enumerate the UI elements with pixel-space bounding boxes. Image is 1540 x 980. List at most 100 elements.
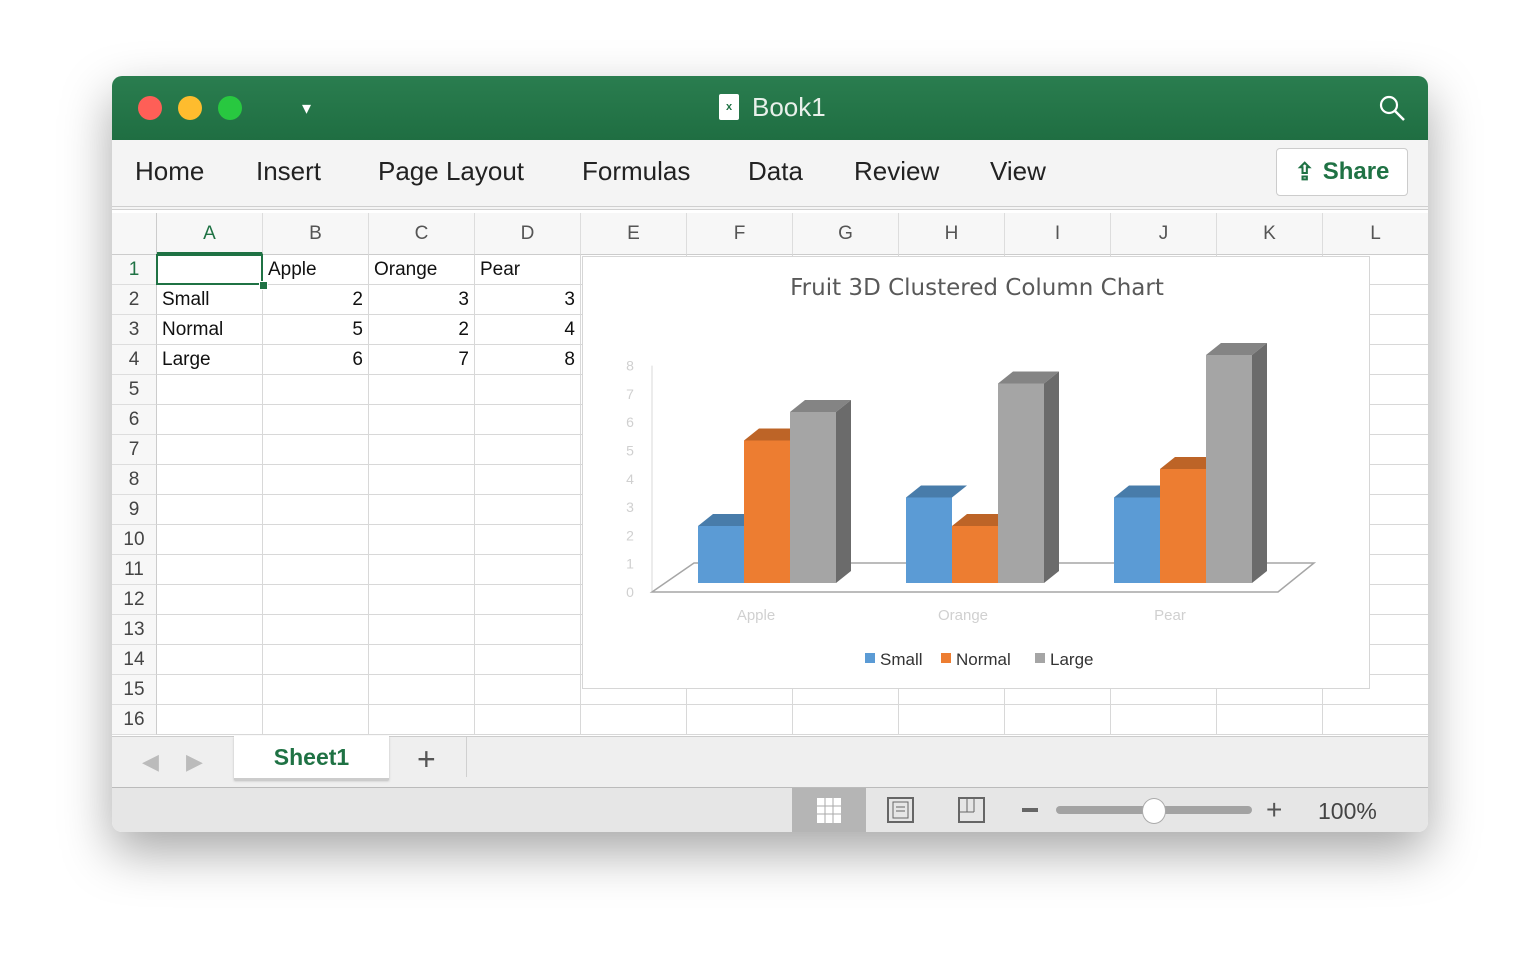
cell-d8[interactable]: [475, 465, 581, 495]
cell-b1[interactable]: Apple: [263, 255, 369, 285]
cell-a15[interactable]: [157, 675, 263, 705]
cell-a11[interactable]: [157, 555, 263, 585]
row-header-5[interactable]: 5: [112, 375, 157, 405]
cell-c16[interactable]: [369, 705, 475, 735]
cell-b8[interactable]: [263, 465, 369, 495]
cell-a5[interactable]: [157, 375, 263, 405]
cell-d14[interactable]: [475, 645, 581, 675]
cell-d3[interactable]: 4: [475, 315, 581, 345]
cell-b7[interactable]: [263, 435, 369, 465]
cell-c13[interactable]: [369, 615, 475, 645]
cell-c10[interactable]: [369, 525, 475, 555]
row-header-8[interactable]: 8: [112, 465, 157, 495]
cell-d10[interactable]: [475, 525, 581, 555]
row-header-4[interactable]: 4: [112, 345, 157, 375]
cell-c14[interactable]: [369, 645, 475, 675]
cell-b4[interactable]: 6: [263, 345, 369, 375]
cell-d4[interactable]: 8: [475, 345, 581, 375]
cell-a16[interactable]: [157, 705, 263, 735]
column-header-j[interactable]: J: [1111, 213, 1217, 255]
column-header-f[interactable]: F: [687, 213, 793, 255]
cell-h16[interactable]: [899, 705, 1005, 735]
cell-c15[interactable]: [369, 675, 475, 705]
sheet-tab-sheet1[interactable]: Sheet1: [234, 736, 389, 780]
next-sheet-icon[interactable]: ▶: [186, 749, 203, 775]
cell-b15[interactable]: [263, 675, 369, 705]
cell-c6[interactable]: [369, 405, 475, 435]
zoom-button[interactable]: [218, 96, 242, 120]
cell-a9[interactable]: [157, 495, 263, 525]
row-header-15[interactable]: 15: [112, 675, 157, 705]
cell-c1[interactable]: Orange: [369, 255, 475, 285]
previous-sheet-icon[interactable]: ◀: [142, 749, 159, 775]
cell-b2[interactable]: 2: [263, 285, 369, 315]
minimize-button[interactable]: [178, 96, 202, 120]
row-header-9[interactable]: 9: [112, 495, 157, 525]
cell-d9[interactable]: [475, 495, 581, 525]
cell-c9[interactable]: [369, 495, 475, 525]
row-header-13[interactable]: 13: [112, 615, 157, 645]
cell-b16[interactable]: [263, 705, 369, 735]
cell-c11[interactable]: [369, 555, 475, 585]
column-header-l[interactable]: L: [1323, 213, 1428, 255]
cell-d16[interactable]: [475, 705, 581, 735]
row-header-14[interactable]: 14: [112, 645, 157, 675]
row-header-1[interactable]: 1: [112, 255, 157, 285]
row-header-2[interactable]: 2: [112, 285, 157, 315]
close-button[interactable]: [138, 96, 162, 120]
cell-a4[interactable]: Large: [157, 345, 263, 375]
cell-c2[interactable]: 3: [369, 285, 475, 315]
cell-b11[interactable]: [263, 555, 369, 585]
spreadsheet-grid[interactable]: A B C D E F G H I J K L 1 Apple Orange Pear 2 Small 2 3 3 3 No…: [112, 213, 1428, 736]
row-header-6[interactable]: 6: [112, 405, 157, 435]
cell-b3[interactable]: 5: [263, 315, 369, 345]
row-header-7[interactable]: 7: [112, 435, 157, 465]
zoom-slider-handle[interactable]: [1142, 798, 1166, 824]
fill-handle[interactable]: [259, 281, 268, 290]
cell-a12[interactable]: [157, 585, 263, 615]
tab-page-layout[interactable]: Page Layout: [378, 156, 524, 187]
column-header-e[interactable]: E: [581, 213, 687, 255]
cell-e16[interactable]: [581, 705, 687, 735]
select-all-button[interactable]: [112, 213, 157, 255]
row-header-12[interactable]: 12: [112, 585, 157, 615]
zoom-out-button[interactable]: [1022, 808, 1038, 812]
cell-j16[interactable]: [1111, 705, 1217, 735]
tab-home[interactable]: Home: [135, 156, 204, 187]
zoom-in-button[interactable]: +: [1266, 794, 1282, 826]
row-header-10[interactable]: 10: [112, 525, 157, 555]
cell-b9[interactable]: [263, 495, 369, 525]
tab-review[interactable]: Review: [854, 156, 939, 187]
row-header-3[interactable]: 3: [112, 315, 157, 345]
cell-k16[interactable]: [1217, 705, 1323, 735]
row-header-11[interactable]: 11: [112, 555, 157, 585]
cell-a13[interactable]: [157, 615, 263, 645]
cell-b12[interactable]: [263, 585, 369, 615]
row-header-16[interactable]: 16: [112, 705, 157, 735]
cell-c8[interactable]: [369, 465, 475, 495]
column-header-b[interactable]: B: [263, 213, 369, 255]
normal-view-button[interactable]: [792, 788, 866, 832]
cell-b13[interactable]: [263, 615, 369, 645]
cell-d5[interactable]: [475, 375, 581, 405]
cell-a6[interactable]: [157, 405, 263, 435]
cell-a8[interactable]: [157, 465, 263, 495]
cell-b14[interactable]: [263, 645, 369, 675]
cell-a14[interactable]: [157, 645, 263, 675]
cell-c5[interactable]: [369, 375, 475, 405]
column-header-h[interactable]: H: [899, 213, 1005, 255]
column-header-k[interactable]: K: [1217, 213, 1323, 255]
tab-insert[interactable]: Insert: [256, 156, 321, 187]
cell-c4[interactable]: 7: [369, 345, 475, 375]
page-break-view-icon[interactable]: [957, 796, 987, 824]
page-layout-view-icon[interactable]: [886, 796, 916, 824]
column-header-a[interactable]: A: [157, 213, 263, 255]
cell-g16[interactable]: [793, 705, 899, 735]
cell-c12[interactable]: [369, 585, 475, 615]
cell-a10[interactable]: [157, 525, 263, 555]
cell-b6[interactable]: [263, 405, 369, 435]
cell-b5[interactable]: [263, 375, 369, 405]
column-header-g[interactable]: G: [793, 213, 899, 255]
cell-d15[interactable]: [475, 675, 581, 705]
cell-l16[interactable]: [1323, 705, 1428, 735]
